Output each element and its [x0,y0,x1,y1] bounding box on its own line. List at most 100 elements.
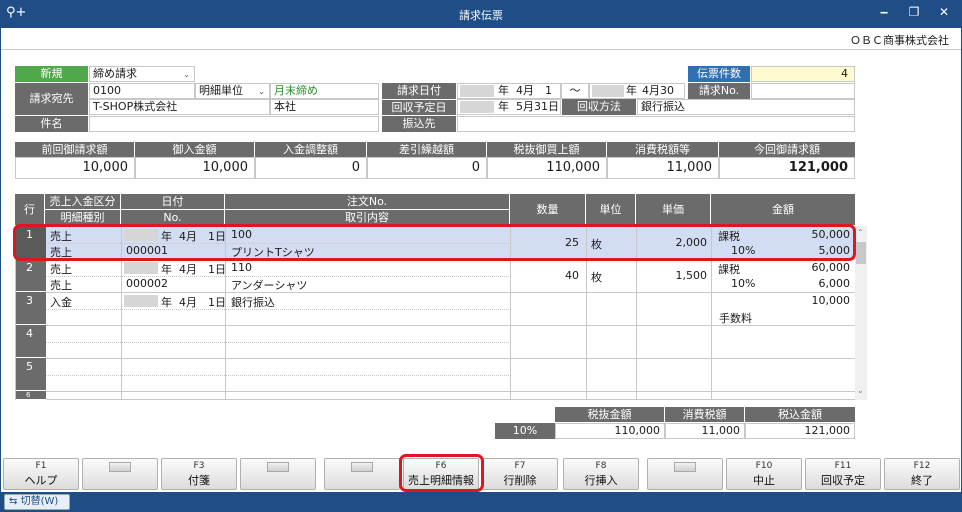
f2-button[interactable] [82,458,158,490]
invoice-type-select[interactable]: 締め請求 ⌄ [89,66,195,82]
content: アンダーシャツ [231,279,308,292]
date-md: 4月 1日 [179,296,226,309]
f10-cancel-button[interactable]: F10 中止 [726,458,802,490]
f8-insert-row-button[interactable]: F8 行挿入 [563,458,639,490]
maximize-button[interactable]: ❐ [904,5,924,23]
tax-summary-incl: 121,000 [745,423,855,439]
f3-sticky-note-button[interactable]: F3 付箋 [161,458,237,490]
minimize-button[interactable]: ‒ [874,5,894,23]
row-number[interactable]: 2 [16,259,46,292]
tax-summary-header-incl: 税込金額 [745,407,855,422]
row-number[interactable]: 1 [16,226,46,259]
chevron-down-icon: ⌄ [258,87,265,96]
amount: 60,000 [811,261,851,274]
summary-header-carryover: 差引繰越額 [367,142,487,157]
quantity: 25 [565,236,579,249]
date-year: 年 [161,263,172,276]
detail-grid[interactable]: 1 売上 売上 年 4月 1日 000001 100 プリントTシャツ 25 枚… [15,226,856,400]
era-year-mask [460,85,494,97]
tax-amount: 6,000 [818,277,851,290]
row-number[interactable]: 5 [16,358,46,391]
fkey-label: ヘルプ [24,474,58,487]
summary-header-tax: 消費税額等 [607,142,719,157]
invoice-no-field[interactable] [751,83,855,99]
sub-divider [46,342,511,343]
switch-label: 切替(W) [20,496,59,507]
grid-header-unit-price: 単価 [636,194,711,226]
tax-rate: 10% [731,277,756,290]
unit: 枚 [591,271,602,284]
scroll-thumb[interactable] [856,242,866,264]
summary-purchase-value: 110,000 [487,157,607,179]
date-md: 4月 1日 [179,230,226,243]
slip-count-label: 伝票件数 [688,66,750,82]
collection-method-value[interactable]: 銀行振込 [637,99,855,115]
close-button[interactable]: ✕ [934,5,954,23]
grid-divider [121,226,122,400]
collection-date-md: 5月31日 [516,100,559,113]
fkey-label: 売上明細情報 [408,474,474,487]
grid-scrollbar[interactable]: ⌃ ⌄ [855,226,867,400]
row-divider [46,358,856,359]
tax-amount: 5,000 [818,244,851,257]
summary-carryover-value: 0 [367,157,487,179]
fee-label: 手数料 [719,312,752,325]
grid-header-row: 行 [15,194,45,226]
collection-date[interactable]: 年 5月31日 [457,99,561,115]
blank-key-icon [267,462,289,472]
customer-name: T-SHOP株式会社 [89,99,270,115]
f6-sales-detail-button[interactable]: F6 売上明細情報 [403,458,479,490]
detail-type: 売上 [50,279,72,292]
order-no: 100 [231,228,252,241]
fkey-label: 回収予定 [821,474,865,487]
customer-code-field[interactable]: 0100 [89,83,195,99]
summary-header-current: 今回御請求額 [719,142,855,157]
billing-date-from[interactable]: 年 4月 1日 [457,83,561,111]
era-year-mask [124,295,158,307]
row-divider [46,292,856,293]
tax-kind: 課税 [718,263,740,276]
grid-divider [225,226,226,400]
detail-type: 売上 [50,246,72,259]
grid-header-amount: 金額 [711,194,855,226]
date-md: 4月 1日 [179,263,226,276]
billing-date-label: 請求日付 [382,83,456,99]
f12-exit-button[interactable]: F12 終了 [884,458,960,490]
row-number[interactable]: 6 [16,391,46,400]
company-name: ＯＢＣ商事株式会社 [850,34,949,47]
transfer-to-field[interactable] [457,116,855,132]
blank-key-icon [109,462,131,472]
sub-divider [46,309,511,310]
row-number[interactable]: 4 [16,325,46,358]
f9-button[interactable] [647,458,723,490]
f11-collection-button[interactable]: F11 回収予定 [805,458,881,490]
scroll-up-icon[interactable]: ⌃ [857,228,864,237]
blank-key-icon [351,462,373,472]
detail-unit-select[interactable]: 明細単位 ⌄ [195,83,270,99]
f1-help-button[interactable]: F1 ヘルプ [3,458,79,490]
slip-no: 000002 [126,277,168,290]
subject-input[interactable] [89,116,379,132]
fkey-code: F3 [193,461,205,471]
fkey-label: 中止 [753,474,775,487]
amount: 50,000 [811,228,851,241]
switch-button[interactable]: ⇆ 切替(W) [4,494,70,510]
row-divider [46,325,856,326]
grid-header-detail-type: 明細種別 [45,210,121,226]
grid-header-content: 取引内容 [225,210,510,226]
era-year-mask [460,101,494,113]
fkey-code: F12 [913,461,931,471]
f5-button[interactable] [324,458,400,490]
order-no: 110 [231,261,252,274]
billing-date-to[interactable]: 年 4月30日 [589,83,685,111]
fkey-code: F1 [35,461,47,471]
fkey-label: 付箋 [188,474,210,487]
closing-rule: 月末締め [270,83,379,99]
fkey-code: F10 [755,461,773,471]
scroll-down-icon[interactable]: ⌄ [857,386,864,395]
f7-delete-row-button[interactable]: F7 行削除 [482,458,558,490]
era-year-mask [124,229,158,241]
f4-button[interactable] [240,458,316,490]
row-number[interactable]: 3 [16,292,46,325]
grid-header-date: 日付 [121,194,225,210]
